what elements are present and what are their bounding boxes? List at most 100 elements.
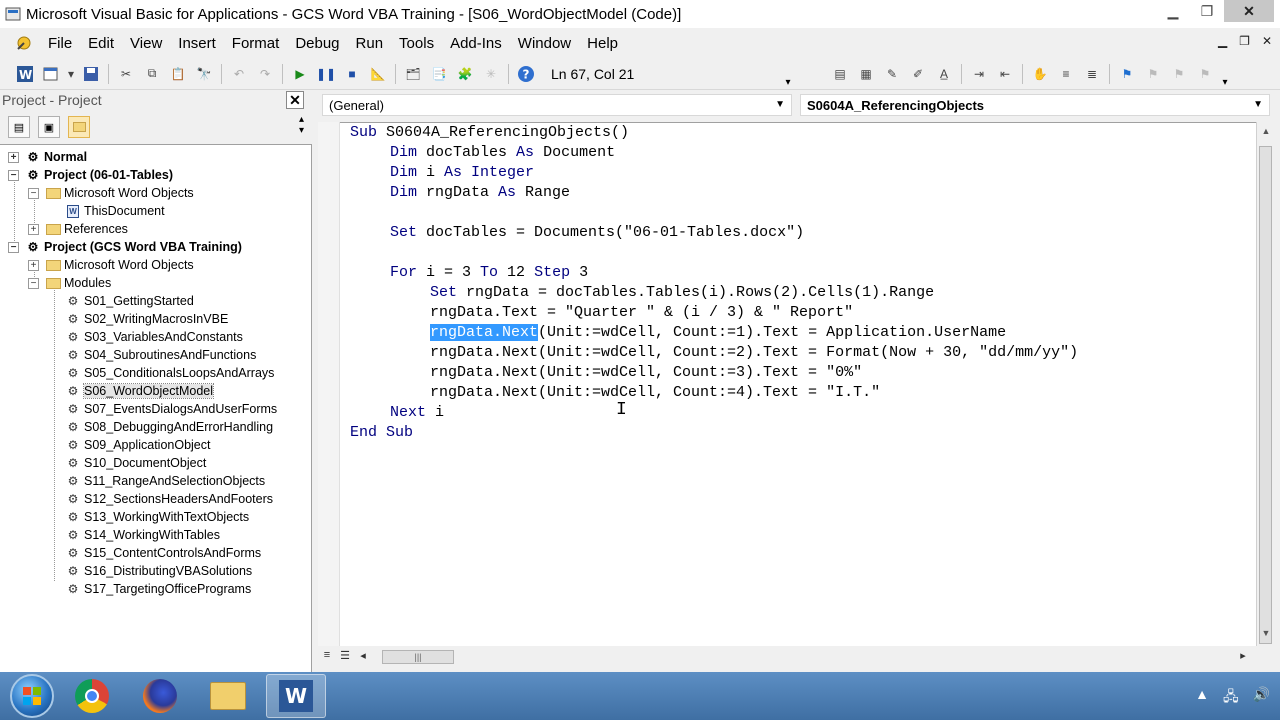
collapse-icon[interactable]: −: [8, 169, 19, 181]
comment-block-icon[interactable]: ≡: [1055, 63, 1077, 85]
code-line[interactable]: rngData.Next(Unit:=wdCell, Count:=4).Tex…: [430, 383, 880, 403]
tree-item[interactable]: + References: [28, 220, 128, 238]
pane-grip-icon[interactable]: ▴ ▾: [299, 114, 304, 136]
menu-edit[interactable]: Edit: [80, 35, 122, 52]
margin-indicator-bar[interactable]: [318, 122, 340, 646]
object-combo[interactable]: (General) ▼: [322, 94, 792, 116]
tree-item[interactable]: − ⚙ Project (GCS Word VBA Training): [8, 238, 242, 256]
properties-window-icon[interactable]: 📑: [428, 63, 450, 85]
tree-item[interactable]: ⚙ S09_ApplicationObject: [48, 436, 211, 454]
close-pane-icon[interactable]: ✕: [286, 91, 304, 109]
paste-icon[interactable]: 📋: [167, 63, 189, 85]
toolbar-grip-icon[interactable]: ▾: [781, 60, 795, 88]
toggle-breakpoint-icon[interactable]: ✋: [1029, 63, 1051, 85]
complete-word-icon[interactable]: A̲: [933, 63, 955, 85]
close-icon[interactable]: ✕: [1224, 0, 1274, 22]
procedure-view-icon[interactable]: ≡: [318, 649, 336, 665]
uncomment-block-icon[interactable]: ≣: [1081, 63, 1103, 85]
menu-help[interactable]: Help: [579, 35, 626, 52]
find-icon[interactable]: 🔭: [193, 63, 215, 85]
outdent-icon[interactable]: ⇤: [994, 63, 1016, 85]
tree-item[interactable]: ⚙ S14_WorkingWithTables: [48, 526, 220, 544]
cut-icon[interactable]: ✂: [115, 63, 137, 85]
chevron-down-icon[interactable]: ▼: [1253, 99, 1263, 110]
insert-module-icon[interactable]: [40, 63, 62, 85]
restore-icon[interactable]: ❐: [1190, 0, 1224, 22]
view-code-icon[interactable]: ▤: [8, 116, 30, 138]
text-selection[interactable]: rngData.Next: [430, 324, 539, 341]
break-icon[interactable]: ❚❚: [315, 63, 337, 85]
menu-run[interactable]: Run: [348, 35, 392, 52]
dropdown-arrow-icon[interactable]: ▾: [66, 63, 76, 85]
code-line[interactable]: Dim i As Integer: [390, 163, 534, 183]
run-icon[interactable]: ▶: [289, 63, 311, 85]
tree-item[interactable]: ⚙ S10_DocumentObject: [48, 454, 207, 472]
tree-item[interactable]: ⚙ S08_DebuggingAndErrorHandling: [48, 418, 273, 436]
tree-item[interactable]: ⚙ S17_TargetingOfficePrograms: [48, 580, 252, 598]
next-bookmark-icon[interactable]: ⚑: [1142, 63, 1164, 85]
doc-minimize-icon[interactable]: ▁: [1218, 34, 1227, 48]
code-line[interactable]: Set docTables = Documents("06-01-Tables.…: [390, 223, 804, 243]
expand-icon[interactable]: +: [8, 151, 19, 163]
scroll-down-icon[interactable]: ▼: [1257, 628, 1275, 644]
volume-icon[interactable]: 🔊: [1253, 686, 1270, 710]
tree-item[interactable]: ⚙ S06_WordObjectModel: [48, 382, 215, 400]
tree-item[interactable]: ⚙ S03_VariablesAndConstants: [48, 328, 243, 346]
horizontal-scrollbar[interactable]: ≡ ☰ ◂ ||| ▸: [318, 648, 1256, 666]
collapse-icon[interactable]: −: [28, 187, 39, 199]
redo-icon[interactable]: ↷: [254, 63, 276, 85]
undo-icon[interactable]: ↶: [228, 63, 250, 85]
chevron-down-icon[interactable]: ▼: [775, 99, 785, 110]
reset-icon[interactable]: ■: [341, 63, 363, 85]
toolbox-icon[interactable]: ✳: [480, 63, 502, 85]
tree-item[interactable]: ⚙ S01_GettingStarted: [48, 292, 194, 310]
vba-menu-icon[interactable]: [12, 32, 36, 54]
tree-item[interactable]: ⚙ S02_WritingMacrosInVBE: [48, 310, 229, 328]
vertical-scrollbar[interactable]: ▲ ▼: [1256, 122, 1274, 646]
code-line[interactable]: End Sub: [350, 423, 413, 443]
code-line[interactable]: Dim rngData As Range: [390, 183, 570, 203]
indent-icon[interactable]: ⇥: [968, 63, 990, 85]
code-line[interactable]: rngData.Next(Unit:=wdCell, Count:=2).Tex…: [430, 343, 1078, 363]
object-browser-icon[interactable]: 🧩: [454, 63, 476, 85]
procedure-combo[interactable]: S0604A_ReferencingObjects ▼: [800, 94, 1270, 116]
tree-item[interactable]: ⚙ S13_WorkingWithTextObjects: [48, 508, 250, 526]
copy-icon[interactable]: ⧉: [141, 63, 163, 85]
tree-item[interactable]: ⚙ S12_SectionsHeadersAndFooters: [48, 490, 273, 508]
menu-debug[interactable]: Debug: [287, 35, 347, 52]
menu-window[interactable]: Window: [510, 35, 579, 52]
tree-item[interactable]: ⚙ S16_DistributingVBASolutions: [48, 562, 253, 580]
design-mode-icon[interactable]: 📐: [367, 63, 389, 85]
collapse-icon[interactable]: −: [8, 241, 19, 253]
save-icon[interactable]: [80, 63, 102, 85]
menu-format[interactable]: Format: [224, 35, 288, 52]
show-hidden-icons-icon[interactable]: ▲: [1195, 686, 1209, 710]
toggle-bookmark-icon[interactable]: ⚑: [1116, 63, 1138, 85]
toolbar-grip-icon[interactable]: ▾: [1218, 60, 1232, 88]
chrome-icon[interactable]: [62, 674, 122, 718]
file-explorer-icon[interactable]: [198, 674, 258, 718]
tree-item[interactable]: ⚙ S15_ContentControlsAndForms: [48, 544, 262, 562]
previous-bookmark-icon[interactable]: ⚑: [1168, 63, 1190, 85]
tree-item[interactable]: − Modules: [28, 274, 111, 292]
tree-item[interactable]: − Microsoft Word Objects: [28, 184, 194, 202]
minimize-icon[interactable]: ▁: [1156, 0, 1190, 22]
view-word-icon[interactable]: W: [14, 63, 36, 85]
code-line[interactable]: rngData.Text = "Quarter " & (i / 3) & " …: [430, 303, 853, 323]
code-line[interactable]: Next i: [390, 403, 444, 423]
tree-item[interactable]: ⚙ S07_EventsDialogsAndUserForms: [48, 400, 278, 418]
scroll-up-icon[interactable]: ▲: [1257, 126, 1275, 142]
code-line[interactable]: Set rngData = docTables.Tables(i).Rows(2…: [430, 283, 934, 303]
code-line[interactable]: Sub S0604A_ReferencingObjects(): [350, 123, 629, 143]
help-icon[interactable]: ?: [515, 63, 537, 85]
view-object-icon[interactable]: ▣: [38, 116, 60, 138]
menu-view[interactable]: View: [122, 35, 170, 52]
code-line[interactable]: Dim docTables As Document: [390, 143, 615, 163]
toggle-folders-icon[interactable]: [68, 116, 90, 138]
list-properties-icon[interactable]: ▤: [829, 63, 851, 85]
full-module-view-icon[interactable]: ☰: [336, 649, 354, 665]
hscroll-thumb[interactable]: |||: [382, 650, 454, 664]
word-icon[interactable]: W: [266, 674, 326, 718]
expand-icon[interactable]: +: [28, 259, 39, 271]
list-constants-icon[interactable]: ▦: [855, 63, 877, 85]
